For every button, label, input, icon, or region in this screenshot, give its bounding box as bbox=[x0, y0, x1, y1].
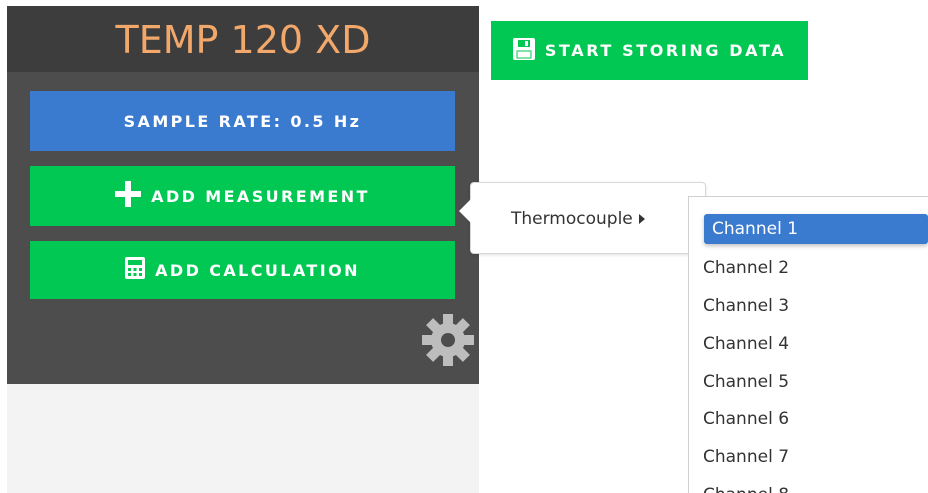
channel-submenu: Channel 1 Channel 2 Channel 3 Channel 4 … bbox=[688, 196, 928, 493]
channel-menu-item[interactable]: Channel 2 bbox=[703, 253, 789, 283]
sample-rate-label: SAMPLE RATE: 0.5 Hz bbox=[123, 111, 362, 131]
add-calculation-label: ADD CALCULATION bbox=[155, 260, 360, 280]
start-storing-label: START STORING DATA bbox=[544, 41, 787, 60]
channel-menu-item[interactable]: Channel 7 bbox=[703, 442, 789, 472]
channel-menu-item[interactable]: Channel 8 bbox=[703, 480, 789, 493]
start-storing-data-button[interactable]: START STORING DATA bbox=[491, 21, 808, 80]
channel-menu-item[interactable]: Channel 1 bbox=[704, 214, 928, 244]
thermocouple-menu-item[interactable]: Thermocouple bbox=[511, 209, 645, 229]
add-measurement-label: ADD MEASUREMENT bbox=[151, 186, 370, 206]
channel-menu-item[interactable]: Channel 4 bbox=[703, 329, 789, 359]
floppy-disk-icon bbox=[512, 37, 535, 64]
measurement-type-popover: Thermocouple bbox=[470, 182, 706, 254]
caret-right-icon bbox=[638, 214, 645, 224]
gear-icon[interactable] bbox=[421, 313, 475, 367]
add-calculation-button[interactable]: ADD CALCULATION bbox=[30, 241, 455, 299]
plus-icon bbox=[115, 181, 142, 211]
add-measurement-button[interactable]: ADD MEASUREMENT bbox=[30, 166, 455, 226]
calculator-icon bbox=[125, 257, 146, 283]
sample-rate-button[interactable]: SAMPLE RATE: 0.5 Hz bbox=[30, 91, 455, 151]
panel-footer bbox=[7, 384, 479, 493]
channel-menu-item[interactable]: Channel 5 bbox=[703, 367, 789, 397]
channel-menu-item[interactable]: Channel 6 bbox=[703, 404, 789, 434]
channel-menu-item[interactable]: Channel 3 bbox=[703, 291, 789, 321]
device-title: TEMP 120 XD bbox=[115, 18, 371, 62]
thermocouple-label: Thermocouple bbox=[511, 209, 633, 229]
device-header: TEMP 120 XD bbox=[7, 6, 479, 72]
popover-arrow bbox=[459, 199, 471, 223]
